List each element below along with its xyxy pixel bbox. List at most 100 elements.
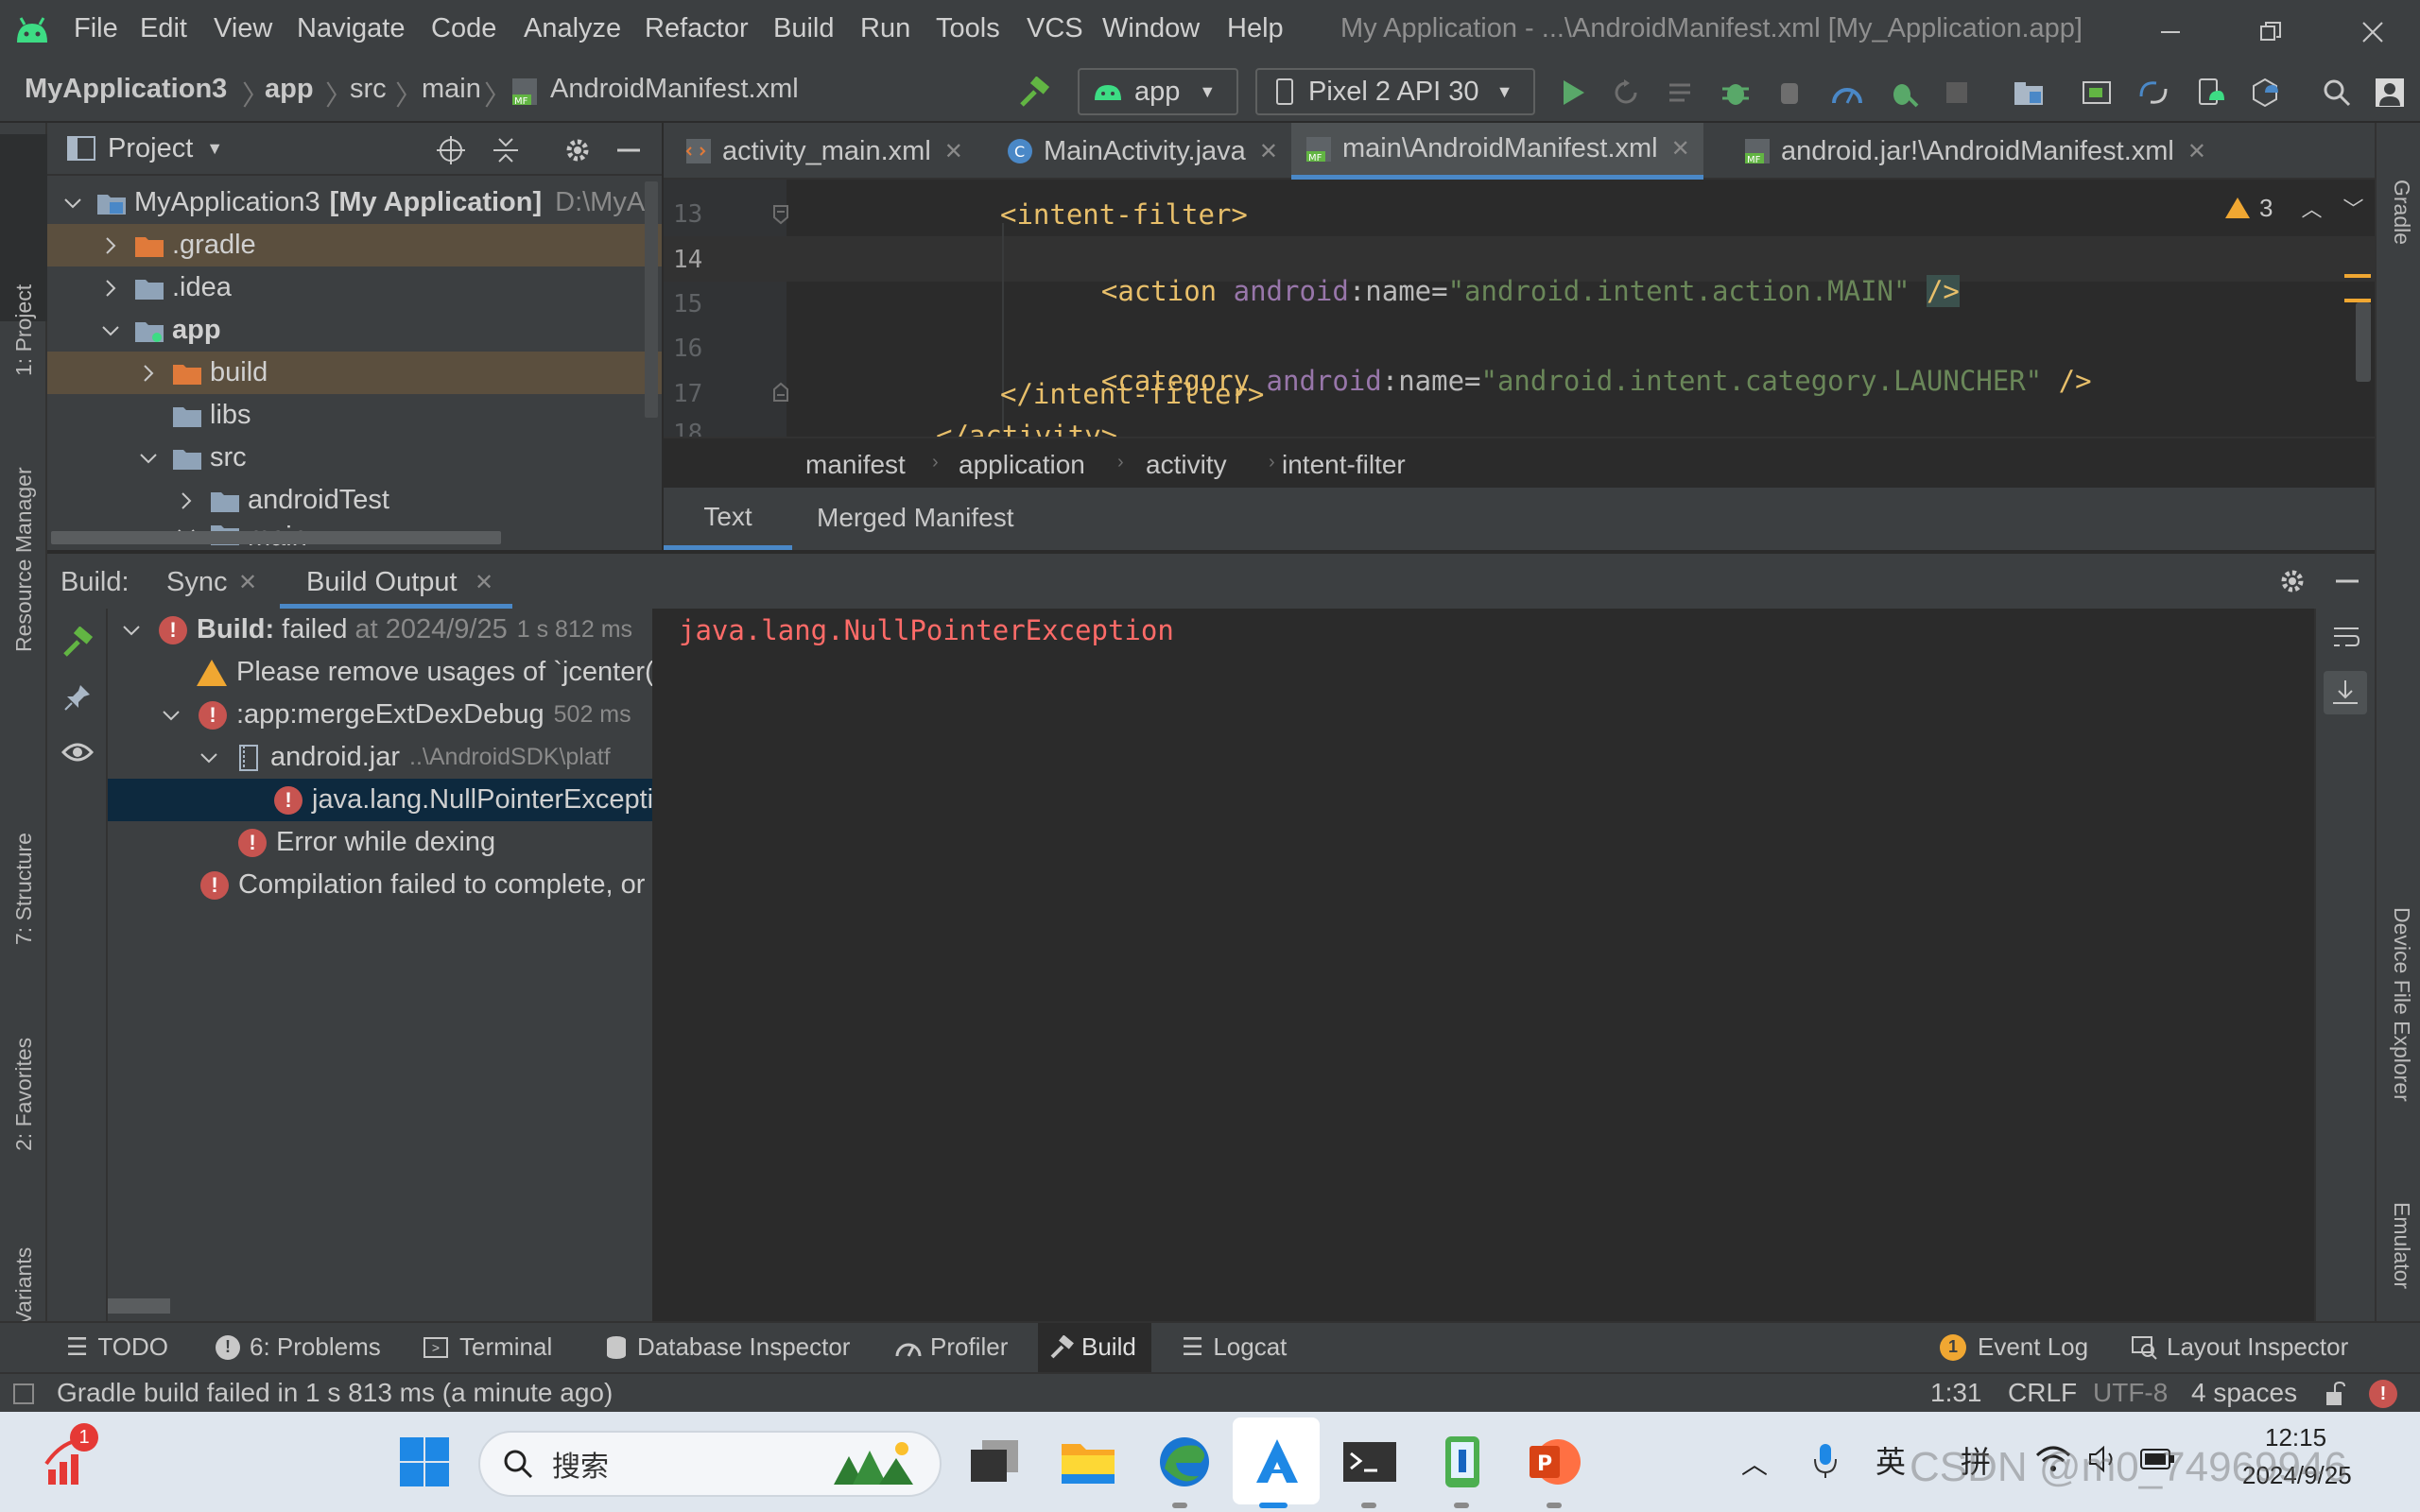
search-icon[interactable]	[2320, 76, 2354, 110]
sync-gradle-icon[interactable]	[2136, 76, 2170, 110]
tool-logcat[interactable]: ☰ Logcat	[1182, 1332, 1287, 1362]
tool-tab-favorites[interactable]: 2: Favorites	[11, 1038, 37, 1151]
menu-refactor[interactable]: Refactor	[645, 13, 749, 44]
status-message[interactable]: Gradle build failed in 1 s 813 ms (a min…	[57, 1378, 613, 1408]
close-icon[interactable]: ✕	[2187, 138, 2206, 165]
build-tree-dexing[interactable]: ! Error while dexing	[238, 821, 652, 864]
start-button-icon[interactable]	[391, 1429, 458, 1495]
tool-layout-inspector[interactable]: Layout Inspector	[2131, 1332, 2348, 1362]
close-icon[interactable]: ✕	[1671, 135, 1690, 163]
tool-tab-project[interactable]: 1: Project	[11, 284, 37, 376]
terminal-app-icon[interactable]	[1337, 1429, 1403, 1495]
tool-tab-device-file-explorer[interactable]: Device File Explorer	[2389, 907, 2414, 1102]
structure-crumb[interactable]: manifest	[805, 450, 906, 480]
close-icon[interactable]	[2354, 13, 2392, 51]
unlock-icon[interactable]	[2322, 1380, 2348, 1408]
close-icon[interactable]: ✕	[1259, 138, 1278, 165]
vertical-scrollbar[interactable]	[645, 181, 658, 418]
tool-todo[interactable]: ☰ TODO	[66, 1332, 168, 1362]
phone-app-icon[interactable]	[1429, 1429, 1495, 1495]
profile-icon[interactable]	[1830, 76, 1864, 110]
editor-scrollbar[interactable]	[2356, 302, 2371, 382]
build-hammer-icon[interactable]	[59, 624, 96, 662]
tool-database-inspector[interactable]: Database Inspector	[605, 1332, 850, 1362]
collapse-all-icon[interactable]	[490, 134, 522, 166]
build-tree-jar[interactable]: android.jar ..\AndroidSDK\platf	[197, 736, 652, 779]
close-icon[interactable]: ✕	[238, 569, 257, 596]
close-icon[interactable]: ✕	[475, 569, 493, 596]
ime-language[interactable]: 英	[1876, 1438, 1906, 1482]
chevron-up-icon[interactable]: ︿	[2301, 193, 2322, 223]
restore-icon[interactable]	[2252, 13, 2290, 51]
file-encoding[interactable]: UTF-8	[2093, 1378, 2168, 1408]
breadcrumb-file[interactable]: AndroidManifest.xml	[550, 74, 799, 105]
build-tree-warning[interactable]: Please remove usages of `jcenter()	[197, 651, 652, 694]
task-view-icon[interactable]	[962, 1429, 1028, 1495]
tab-mainactivity[interactable]: C MainActivity.java ✕	[994, 123, 1289, 180]
menu-tools[interactable]: Tools	[936, 13, 1000, 44]
tree-item-gradle[interactable]: .gradle	[47, 224, 662, 266]
tab-text[interactable]: Text	[664, 488, 792, 550]
tab-merged-manifest[interactable]: Merged Manifest	[817, 503, 1014, 533]
line-separator[interactable]: CRLF	[2008, 1378, 2077, 1408]
project-view-dropdown[interactable]: Project	[108, 133, 193, 164]
run-icon[interactable]	[1556, 76, 1590, 110]
tool-profiler[interactable]: Profiler	[894, 1332, 1008, 1362]
tool-tab-emulator[interactable]: Emulator	[2389, 1202, 2414, 1289]
build-tree-root[interactable]: ! Build: failed at 2024/9/25 1 s 812 ms	[119, 609, 648, 651]
debug-icon[interactable]	[1719, 76, 1753, 110]
sdk-manager-icon[interactable]	[2248, 76, 2282, 110]
tree-item-app[interactable]: app	[47, 309, 662, 352]
breadcrumb-project[interactable]: MyApplication3	[25, 74, 227, 105]
chevron-up-icon[interactable]: ︿	[1741, 1444, 1768, 1482]
menu-vcs[interactable]: VCS	[1027, 13, 1083, 44]
tree-item-build[interactable]: build	[47, 352, 662, 394]
project-structure-icon[interactable]	[2012, 76, 2046, 110]
caret-position[interactable]: 1:31	[1930, 1378, 1982, 1408]
dropdown-arrow-icon[interactable]: ▼	[206, 139, 223, 159]
account-icon[interactable]	[2373, 76, 2407, 110]
tool-build[interactable]: Build	[1049, 1332, 1136, 1362]
close-icon[interactable]: ✕	[944, 138, 963, 165]
menu-edit[interactable]: Edit	[140, 13, 187, 44]
tree-item-androidtest[interactable]: androidTest	[47, 479, 662, 522]
inspection-widget[interactable]: 3 ︿ ﹀	[2225, 193, 2364, 223]
build-tree-compile[interactable]: ! Compilation failed to complete, or	[200, 864, 652, 906]
hide-panel-icon[interactable]	[613, 134, 645, 166]
android-studio-taskbar-icon[interactable]	[1244, 1429, 1310, 1495]
menu-build[interactable]: Build	[773, 13, 835, 44]
apply-code-changes-icon[interactable]	[1666, 76, 1700, 110]
microphone-icon[interactable]	[1811, 1440, 1840, 1482]
structure-crumb[interactable]: intent-filter	[1282, 450, 1406, 480]
minimize-icon[interactable]	[2152, 13, 2189, 51]
tree-item-src[interactable]: src	[47, 437, 662, 479]
tab-build-output[interactable]: Build Output ✕	[280, 554, 512, 609]
breadcrumb-src[interactable]: src	[350, 74, 387, 105]
horizontal-scrollbar[interactable]	[51, 531, 501, 544]
breadcrumb-main[interactable]: main	[422, 74, 481, 105]
file-explorer-icon[interactable]	[1055, 1429, 1121, 1495]
menu-view[interactable]: View	[214, 13, 272, 44]
tool-problems[interactable]: ! 6: Problems	[216, 1332, 381, 1362]
avd-manager-icon[interactable]	[2193, 76, 2227, 110]
tab-main-manifest[interactable]: MF main\AndroidManifest.xml ✕	[1291, 123, 1703, 180]
tab-activity-main[interactable]: activity_main.xml ✕	[673, 123, 975, 180]
indent-setting[interactable]: 4 spaces	[2191, 1378, 2297, 1408]
edge-browser-icon[interactable]	[1151, 1429, 1218, 1495]
build-console[interactable]: java.lang.NullPointerException	[654, 609, 2314, 1321]
tab-jar-manifest[interactable]: MF android.jar!\AndroidManifest.xml ✕	[1732, 123, 2218, 180]
powerpoint-icon[interactable]: P	[1522, 1429, 1588, 1495]
toggle-tool-windows-icon[interactable]	[13, 1383, 34, 1404]
menu-code[interactable]: Code	[431, 13, 496, 44]
gear-icon[interactable]	[562, 134, 594, 166]
tool-tab-gradle[interactable]: Gradle	[2389, 180, 2414, 245]
tree-item-libs[interactable]: libs	[47, 394, 662, 437]
menu-navigate[interactable]: Navigate	[297, 13, 405, 44]
tool-tab-structure[interactable]: 7: Structure	[11, 833, 37, 945]
eye-icon[interactable]	[59, 733, 96, 771]
build-tree-task[interactable]: ! :app:mergeExtDexDebug 502 ms	[159, 694, 652, 736]
menu-file[interactable]: File	[74, 13, 118, 44]
pin-icon[interactable]	[59, 679, 96, 716]
layout-editor-icon[interactable]	[2080, 76, 2114, 110]
scroll-to-end-icon[interactable]	[2324, 671, 2367, 714]
